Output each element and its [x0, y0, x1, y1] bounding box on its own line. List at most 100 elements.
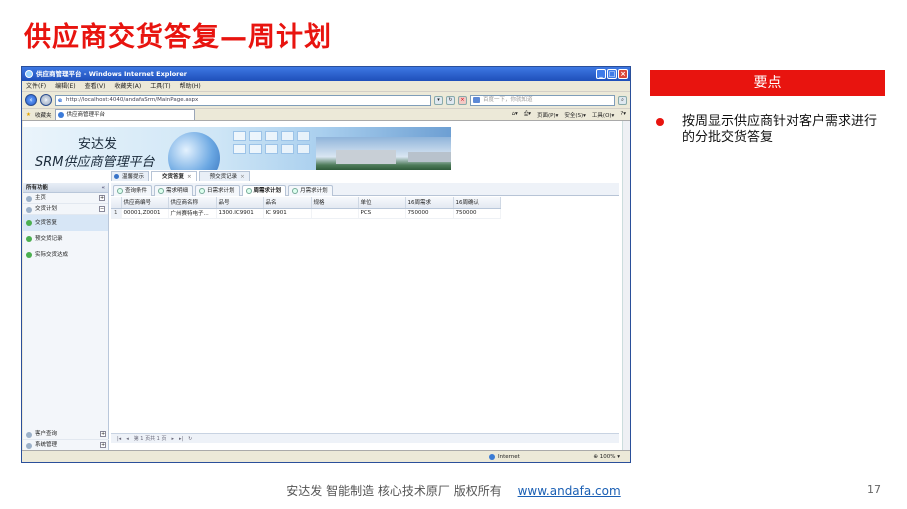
menu-view[interactable]: 查看(V)	[85, 81, 106, 91]
first-page-icon[interactable]: |◂	[117, 434, 121, 443]
collapse-icon[interactable]: −	[99, 206, 105, 212]
collapse-icon[interactable]: «	[101, 183, 105, 193]
column-header[interactable]: 16周确认	[453, 197, 501, 209]
ie-icon	[25, 70, 33, 78]
expand-icon[interactable]: +	[99, 195, 105, 201]
left-nav: 所有功能 « 主页 + 交货计划 − 交货答复 预交货记录 实际交货达成 客户查询 +…	[23, 183, 109, 451]
help-icon[interactable]: ?▾	[620, 111, 626, 119]
back-icon[interactable]: ‹	[25, 94, 37, 106]
sub-tabs: 查询条件 需求明细 日需求计划 周需求计划 月需求计划	[111, 183, 619, 196]
favorites-bar: ★ 收藏夹 供应商管理平台 ⌂▾ ⎙▾ 页面(P)▾ 安全(S)▾ 工具(O)▾…	[22, 108, 630, 121]
table-cell: 1300.IC9901	[216, 208, 264, 219]
close-tab-icon[interactable]: ×	[240, 174, 245, 180]
info-icon	[114, 174, 119, 179]
key-point-text: 按周显示供应商针对客户需求进行的分批交货答复	[682, 114, 878, 145]
browser-tab[interactable]: 供应商管理平台	[55, 109, 196, 120]
table-row[interactable]: 1 00001,Z0001 广州赛特电子... 1300.IC9901 IC 9…	[111, 208, 501, 219]
table-cell: IC 9901	[263, 208, 312, 219]
column-header[interactable]: 供应商名称	[168, 197, 217, 209]
tool-safety[interactable]: 安全(S)▾	[564, 111, 586, 119]
forward-icon[interactable]: ›	[40, 94, 52, 106]
nav-item-delivery-reply[interactable]: 交货答复	[23, 215, 108, 231]
expand-icon[interactable]: +	[100, 442, 106, 448]
page-info: 第 1 页共 1 页	[133, 436, 167, 442]
close-tab-icon[interactable]: ×	[187, 174, 192, 180]
table-cell	[311, 208, 359, 219]
skyline-photo	[316, 137, 451, 170]
web-page: 安达发 SRM供应商管理平台 温馨提示 交货答复 × 预交货记录 × 所有功能 « …	[23, 121, 623, 451]
tab-weekly-plan[interactable]: 周需求计划	[241, 185, 287, 196]
nav-item-pre-delivery[interactable]: 预交货记录	[23, 231, 108, 247]
column-header[interactable]: 16周需求	[405, 197, 454, 209]
page-number: 17	[867, 483, 881, 496]
stop-icon[interactable]: ×	[458, 95, 467, 105]
menu-edit[interactable]: 编辑(E)	[55, 81, 75, 91]
menu-favorites[interactable]: 收藏夹(A)	[114, 81, 141, 91]
menu-tools[interactable]: 工具(T)	[150, 81, 170, 91]
app-banner: 安达发 SRM供应商管理平台	[23, 127, 451, 170]
tab-pre-delivery[interactable]: 预交货记录 ×	[198, 171, 250, 181]
slide-footer: 安达发 智能制造 核心技术原厂 版权所有 www.andafa.com	[0, 482, 907, 499]
tab-delivery-reply[interactable]: 交货答复 ×	[151, 171, 197, 181]
security-zone: Internet	[489, 451, 520, 462]
minimize-icon[interactable]: _	[596, 69, 606, 79]
footer-link[interactable]: www.andafa.com	[518, 484, 621, 498]
search-input[interactable]: 百度一下，你就知道	[470, 94, 615, 106]
search-icon[interactable]: ⌕	[618, 95, 627, 105]
address-bar: ‹ › http://localhost:4040/andafaSrm/Main…	[22, 92, 630, 108]
table-header-row: 供应商编号 供应商名称 品号 品名 规格 单位 16周需求 16周确认	[111, 197, 501, 209]
favorites-star-icon[interactable]: ★	[26, 112, 31, 118]
column-header[interactable]: 单位	[358, 197, 406, 209]
tab-query-conditions[interactable]: 查询条件	[113, 185, 153, 196]
footer-text: 安达发 智能制造 核心技术原厂 版权所有	[286, 484, 502, 498]
column-header[interactable]: 供应商编号	[121, 197, 169, 209]
favorites-label[interactable]: 收藏夹	[35, 111, 52, 119]
table-cell: 广州赛特电子...	[168, 208, 217, 219]
nav-item-delivery-plan[interactable]: 交货计划 −	[23, 204, 108, 215]
page-scrollbar[interactable]	[622, 121, 630, 451]
print-icon[interactable]: ⎙▾	[524, 111, 531, 119]
nav-item-customer-query[interactable]: 客户查询 +	[23, 429, 109, 440]
table-cell: 750000	[453, 208, 501, 219]
nav-item-home[interactable]: 主页 +	[23, 193, 108, 204]
column-header[interactable]: 品名	[263, 197, 312, 209]
globe-graphic	[168, 132, 220, 170]
expand-icon[interactable]: +	[100, 431, 106, 437]
tool-page[interactable]: 页面(P)▾	[537, 111, 558, 119]
refresh-icon[interactable]: ↻	[446, 95, 455, 105]
tab-monthly-plan[interactable]: 月需求计划	[288, 185, 333, 196]
refresh-grid-icon[interactable]: ↻	[188, 434, 192, 443]
next-page-icon[interactable]: ▸	[171, 434, 174, 443]
tab-tips[interactable]: 温馨提示	[111, 171, 150, 181]
menu-help[interactable]: 帮助(H)	[180, 81, 201, 91]
product-name: SRM供应商管理平台	[35, 155, 155, 170]
tab-demand-detail[interactable]: 需求明细	[154, 185, 194, 196]
slide-title: 供应商交货答复—周计划	[24, 22, 332, 53]
bullet-icon	[656, 118, 664, 126]
browser-menubar: 文件(F) 编辑(E) 查看(V) 收藏夹(A) 工具(T) 帮助(H)	[22, 81, 630, 92]
browser-statusbar: Internet ⊕ 100% ▾	[22, 450, 630, 462]
browser-titlebar: 供应商管理平台 - Windows Internet Explorer _ □ …	[22, 67, 630, 81]
column-header[interactable]: 规格	[311, 197, 359, 209]
address-input[interactable]: http://localhost:4040/andafaSrm/MainPage…	[55, 94, 431, 106]
browser-window: 供应商管理平台 - Windows Internet Explorer _ □ …	[21, 66, 631, 463]
table-cell: 750000	[405, 208, 454, 219]
key-points-heading: 要点	[650, 70, 885, 96]
menu-file[interactable]: 文件(F)	[26, 81, 46, 91]
home-icon[interactable]: ⌂▾	[512, 111, 518, 119]
main-tabs: 温馨提示 交货答复 × 预交货记录 ×	[111, 171, 250, 181]
tool-tools[interactable]: 工具(O)▾	[592, 111, 614, 119]
prev-page-icon[interactable]: ◂	[126, 434, 129, 443]
zoom-level[interactable]: ⊕ 100% ▾	[593, 451, 620, 462]
last-page-icon[interactable]: ▸|	[179, 434, 183, 443]
table-cell: PCS	[358, 208, 406, 219]
nav-item-actual-delivery[interactable]: 实际交货达成	[23, 247, 108, 263]
maximize-icon[interactable]: □	[607, 69, 617, 79]
row-number-header	[111, 197, 122, 209]
column-header[interactable]: 品号	[216, 197, 264, 209]
table-cell: 00001,Z0001	[121, 208, 169, 219]
close-icon[interactable]: ×	[618, 69, 628, 79]
grid-pager: |◂ ◂ 第 1 页共 1 页 ▸ ▸| ↻	[111, 433, 619, 443]
tab-daily-plan[interactable]: 日需求计划	[195, 185, 240, 196]
dropdown-icon[interactable]: ▾	[434, 95, 443, 105]
